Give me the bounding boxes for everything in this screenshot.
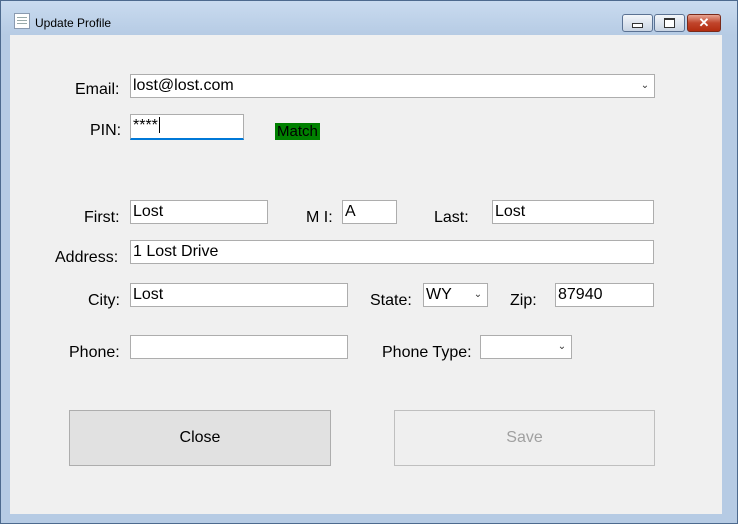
phone-type-label: Phone Type: bbox=[382, 344, 472, 361]
first-name-label: First: bbox=[84, 209, 120, 226]
maximize-icon bbox=[664, 18, 675, 28]
maximize-button[interactable] bbox=[654, 14, 685, 32]
window-title: Update Profile bbox=[35, 16, 112, 30]
address-label: Address: bbox=[55, 249, 119, 266]
save-button[interactable]: Save bbox=[394, 410, 655, 466]
pin-value: **** bbox=[133, 117, 158, 134]
last-name-label: Last: bbox=[434, 209, 469, 226]
middle-initial-label: M I: bbox=[306, 209, 333, 226]
pin-match-badge: Match bbox=[275, 123, 320, 140]
state-value: WY bbox=[426, 286, 452, 303]
zip-label: Zip: bbox=[510, 292, 537, 309]
state-label: State: bbox=[370, 292, 412, 309]
phone-type-select[interactable]: ⌄ bbox=[480, 335, 572, 359]
chevron-down-icon[interactable]: ⌄ bbox=[638, 78, 652, 94]
minimize-button[interactable] bbox=[622, 14, 653, 32]
phone-label: Phone: bbox=[69, 344, 120, 361]
app-icon bbox=[14, 13, 30, 29]
zip-field[interactable]: 87940 bbox=[555, 283, 654, 307]
chevron-down-icon[interactable]: ⌄ bbox=[471, 287, 485, 303]
pin-label: PIN: bbox=[90, 122, 122, 139]
pin-field[interactable]: **** bbox=[130, 114, 244, 140]
close-window-button[interactable]: ✕ bbox=[687, 14, 721, 32]
text-caret bbox=[158, 117, 160, 133]
email-combobox[interactable]: lost@lost.com ⌄ bbox=[130, 74, 655, 98]
form-area: Email: lost@lost.com ⌄ PIN: **** Match F… bbox=[10, 35, 722, 514]
address-field[interactable]: 1 Lost Drive bbox=[130, 240, 654, 264]
last-name-field[interactable]: Lost bbox=[492, 200, 654, 224]
first-name-field[interactable]: Lost bbox=[130, 200, 268, 224]
close-button[interactable]: Close bbox=[69, 410, 331, 466]
state-select[interactable]: WY ⌄ bbox=[423, 283, 488, 307]
close-icon: ✕ bbox=[698, 15, 710, 30]
update-profile-window: Update Profile ✕ Email: lost@lost.com ⌄ … bbox=[0, 0, 738, 524]
minimize-icon bbox=[632, 22, 643, 28]
city-field[interactable]: Lost bbox=[130, 283, 348, 307]
email-label: Email: bbox=[75, 81, 120, 98]
phone-field[interactable] bbox=[130, 335, 348, 359]
email-value: lost@lost.com bbox=[133, 77, 234, 94]
title-bar[interactable]: Update Profile ✕ bbox=[1, 1, 737, 35]
chevron-down-icon[interactable]: ⌄ bbox=[555, 339, 569, 355]
middle-initial-field[interactable]: A bbox=[342, 200, 397, 224]
city-label: City: bbox=[88, 292, 120, 309]
